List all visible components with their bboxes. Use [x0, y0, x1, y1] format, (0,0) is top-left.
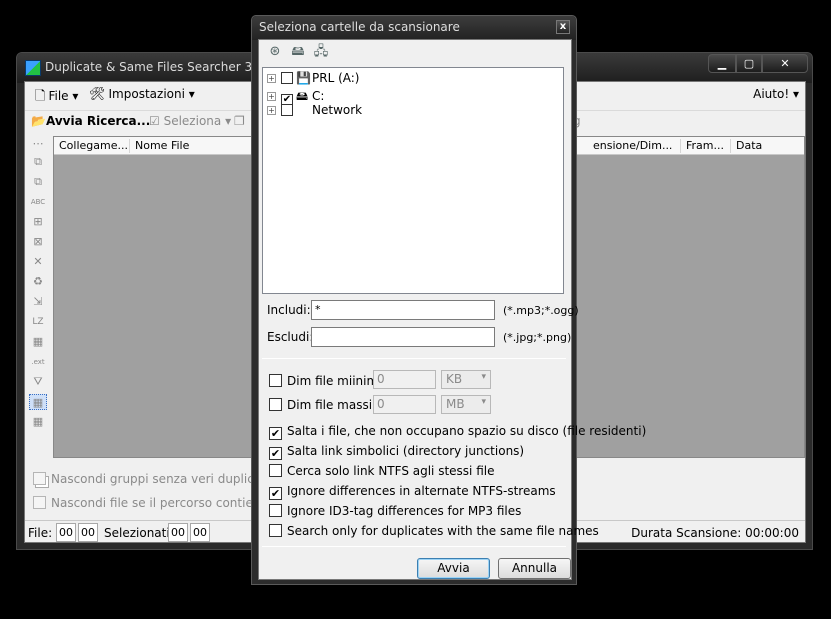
include-hint: (*.mp3;*.ogg) — [503, 304, 579, 317]
add-folder-icon[interactable]: ⊛ — [267, 44, 283, 60]
left-toolbar: ⋯ ⧉ ⧉ ABC ⊞ ⊠ ✕ ♻ ⇲ LZ ▦ .ext ⛛ ▦ ▦ — [25, 136, 51, 466]
tools-icon: 🛠 — [89, 87, 106, 102]
column-file-name[interactable]: Nome File — [130, 139, 270, 153]
expand-icon[interactable]: + — [267, 92, 276, 101]
copy-icon[interactable]: ⧉ — [29, 174, 47, 190]
drive-icon[interactable]: 🖴 — [290, 44, 306, 60]
dialog-close-button[interactable]: x — [556, 20, 570, 34]
bar-icon[interactable]: ▦ — [29, 394, 47, 410]
file-icon: 🗋 — [35, 89, 46, 104]
cancel-button[interactable]: Annulla — [498, 558, 571, 579]
start-button[interactable]: Avvia — [417, 558, 490, 579]
select-icon: ☑ — [149, 114, 160, 128]
close-button[interactable]: ✕ — [762, 54, 808, 73]
folder-search-icon: 📂 — [31, 114, 46, 128]
floppy-drive-icon: 💾 — [296, 71, 311, 85]
scan-duration: Durata Scansione: 00:00:00 — [631, 526, 799, 540]
maximize-button[interactable]: ▢ — [736, 54, 762, 73]
selected-count-a: 00 — [168, 523, 188, 542]
lz-icon[interactable]: LZ — [29, 314, 47, 330]
bar-icon[interactable]: ▦ — [29, 414, 47, 430]
hide-files-checkbox[interactable] — [33, 496, 46, 509]
option-ntfs-links[interactable]: Cerca solo link NTFS agli stessi file — [269, 464, 494, 478]
max-size-unit-select[interactable]: MB — [441, 395, 491, 414]
divider — [262, 358, 566, 359]
exclude-hint: (*.jpg;*.png) — [503, 331, 572, 344]
selected-count-b: 00 — [190, 523, 210, 542]
select-button[interactable]: ☑ Seleziona ▾ — [149, 114, 231, 128]
copy-icon[interactable]: ⧉ — [29, 154, 47, 170]
column-size[interactable]: ensione/Dim... — [588, 139, 681, 153]
exclude-label: Escludi: — [267, 330, 314, 344]
max-size-input[interactable]: 0 — [373, 395, 436, 414]
ignore-id3-checkbox[interactable] — [269, 504, 282, 517]
ext-icon[interactable]: .ext — [29, 354, 47, 370]
files-label: File: — [28, 526, 53, 540]
min-size-checkbox[interactable] — [269, 374, 282, 387]
option-same-names[interactable]: Search only for duplicates with the same… — [269, 524, 599, 538]
column-link[interactable]: Collegame... — [54, 139, 130, 153]
recycle-icon[interactable]: ♻ — [29, 274, 47, 290]
grip-icon: ⋯ — [32, 137, 44, 150]
tree-node-prl[interactable]: + 💾PRL (A:) — [267, 71, 359, 87]
selected-label: Selezionati: — [104, 526, 174, 540]
menu-file[interactable]: 🗋 File ▾ — [35, 87, 78, 109]
select-folders-dialog: Seleziona cartelle da scansionare x ⊛ 🖴 … — [251, 15, 646, 585]
option-ignore-id3[interactable]: Ignore ID3-tag differences for MP3 files — [269, 504, 521, 518]
min-size-input[interactable]: 0 — [373, 370, 436, 389]
move-icon[interactable]: ⇲ — [29, 294, 47, 310]
app-icon — [25, 60, 41, 76]
dialog-client-area: ⊛ 🖴 🖧 + 💾PRL (A:) + ✔ 🖴 C: + Network Includi:… — [258, 39, 646, 580]
expand-icon[interactable]: + — [267, 74, 276, 83]
files-count-a: 00 — [56, 523, 76, 542]
min-size-option[interactable]: Dim file miinima — [269, 374, 386, 388]
exclude-input[interactable] — [311, 327, 495, 347]
tree-node-c[interactable]: + ✔ 🖴 C: — [267, 87, 324, 106]
delete-icon[interactable]: ✕ — [29, 254, 47, 270]
start-search-button[interactable]: 📂Avvia Ricerca... — [31, 114, 150, 128]
bar-icon[interactable]: ▦ — [29, 334, 47, 350]
tree-icon[interactable]: ⊠ — [29, 234, 47, 250]
include-input[interactable]: * — [311, 300, 495, 320]
divider — [262, 546, 566, 547]
tree-checkbox[interactable] — [281, 72, 293, 84]
network-icon[interactable]: 🖧 — [313, 44, 329, 60]
option-skip-resident[interactable]: ✔ Salta i file, che non occupano spazio s… — [269, 424, 646, 440]
option-ignore-streams[interactable]: ✔ Ignore differences in alternate NTFS-st… — [269, 484, 556, 500]
menu-settings[interactable]: 🛠 Impostazioni ▾ — [89, 87, 195, 102]
tree-node-network[interactable]: + Network — [267, 103, 362, 119]
skip-resident-checkbox[interactable]: ✔ — [269, 427, 282, 440]
hide-groups-checkbox[interactable] — [33, 472, 46, 485]
option-skip-symlinks[interactable]: ✔ Salta link simbolici (directory junctio… — [269, 444, 524, 460]
same-names-checkbox[interactable] — [269, 524, 282, 537]
column-fragments[interactable]: Fram... — [681, 139, 731, 153]
expand-icon[interactable]: + — [267, 106, 276, 115]
skip-symlinks-checkbox[interactable]: ✔ — [269, 447, 282, 460]
hide-groups-option[interactable]: Nascondi gruppi senza veri duplicati — [33, 472, 269, 486]
include-label: Includi: — [267, 303, 311, 317]
files-count-b: 00 — [78, 523, 98, 542]
ignore-streams-checkbox[interactable]: ✔ — [269, 487, 282, 500]
filter-icon[interactable]: ⛛ — [29, 374, 47, 390]
max-size-checkbox[interactable] — [269, 398, 282, 411]
copy-tool-icon[interactable]: ❐ — [234, 114, 245, 128]
minimize-button[interactable]: ▁ — [708, 54, 736, 73]
menu-help[interactable]: Aiuto! ▾ — [753, 87, 799, 101]
window-controls: ▁ ▢ ✕ — [708, 54, 808, 73]
dialog-title: Seleziona cartelle da scansionare — [259, 20, 460, 34]
ntfs-links-checkbox[interactable] — [269, 464, 282, 477]
tree-icon[interactable]: ⊞ — [29, 214, 47, 230]
folder-tree[interactable]: + 💾PRL (A:) + ✔ 🖴 C: + Network — [262, 67, 564, 294]
tree-checkbox[interactable] — [281, 104, 293, 116]
min-size-unit-select[interactable]: KB — [441, 370, 491, 389]
abc-icon[interactable]: ABC — [29, 194, 47, 210]
column-date[interactable]: Data — [731, 139, 805, 153]
dialog-titlebar[interactable]: Seleziona cartelle da scansionare x — [252, 16, 576, 40]
